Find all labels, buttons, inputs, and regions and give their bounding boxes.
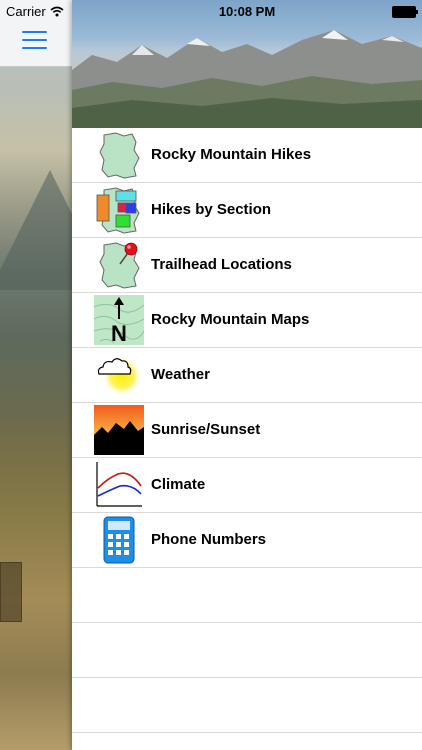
- empty-row: [72, 678, 422, 733]
- wifi-icon: [50, 6, 64, 17]
- navigation-bar: Carrier: [0, 0, 72, 67]
- menu-item-label: Weather: [151, 366, 210, 383]
- carrier-label: Carrier: [6, 4, 46, 19]
- menu-item-trailhead-locations[interactable]: Trailhead Locations: [72, 238, 422, 293]
- svg-text:N: N: [111, 321, 127, 345]
- sunset-mountain-icon: [94, 405, 144, 455]
- menu-item-phone-numbers[interactable]: Phone Numbers: [72, 513, 422, 568]
- status-time: 10:08 PM: [218, 4, 276, 19]
- menu-item-rocky-mountain-maps[interactable]: N Rocky Mountain Maps: [72, 293, 422, 348]
- menu-item-sunrise-sunset[interactable]: Sunrise/Sunset: [72, 403, 422, 458]
- calculator-phone-icon: [103, 516, 135, 564]
- park-map-icon: [99, 132, 140, 179]
- menu-item-hikes-by-section[interactable]: Hikes by Section: [72, 183, 422, 238]
- empty-row: [72, 623, 422, 678]
- mountain-range-graphic: [72, 30, 422, 128]
- sun-cloud-icon: [97, 356, 142, 396]
- header-mountain-image: 10:08 PM: [72, 0, 422, 128]
- menu-item-weather[interactable]: Weather: [72, 348, 422, 403]
- sectioned-map-icon: [96, 187, 140, 234]
- menu-item-label: Hikes by Section: [151, 201, 272, 218]
- side-drawer: 10:08 PM Rocky Mountain Hikes Hikes by S…: [72, 0, 422, 750]
- background-mountain: [0, 170, 72, 290]
- topo-map-north-icon: N: [94, 295, 144, 345]
- empty-row: [72, 568, 422, 623]
- menu-item-climate[interactable]: Climate: [72, 458, 422, 513]
- climate-chart-icon: [96, 462, 142, 507]
- menu-list: Rocky Mountain Hikes Hikes by Section Tr…: [72, 128, 422, 733]
- menu-item-rocky-mountain-hikes[interactable]: Rocky Mountain Hikes: [72, 128, 422, 183]
- menu-item-label: Rocky Mountain Hikes: [151, 146, 312, 163]
- menu-item-label: Climate: [151, 476, 206, 493]
- battery-icon: [392, 6, 418, 18]
- map-pin-icon: [99, 242, 140, 289]
- background-overlay-box: [0, 562, 22, 622]
- status-carrier: Carrier: [6, 4, 64, 19]
- menu-item-label: Sunrise/Sunset: [151, 421, 261, 438]
- background-photo: [0, 0, 72, 750]
- menu-hamburger-icon[interactable]: [22, 31, 47, 50]
- menu-item-label: Phone Numbers: [151, 531, 267, 548]
- menu-item-label: Trailhead Locations: [151, 256, 292, 273]
- menu-item-label: Rocky Mountain Maps: [151, 311, 310, 328]
